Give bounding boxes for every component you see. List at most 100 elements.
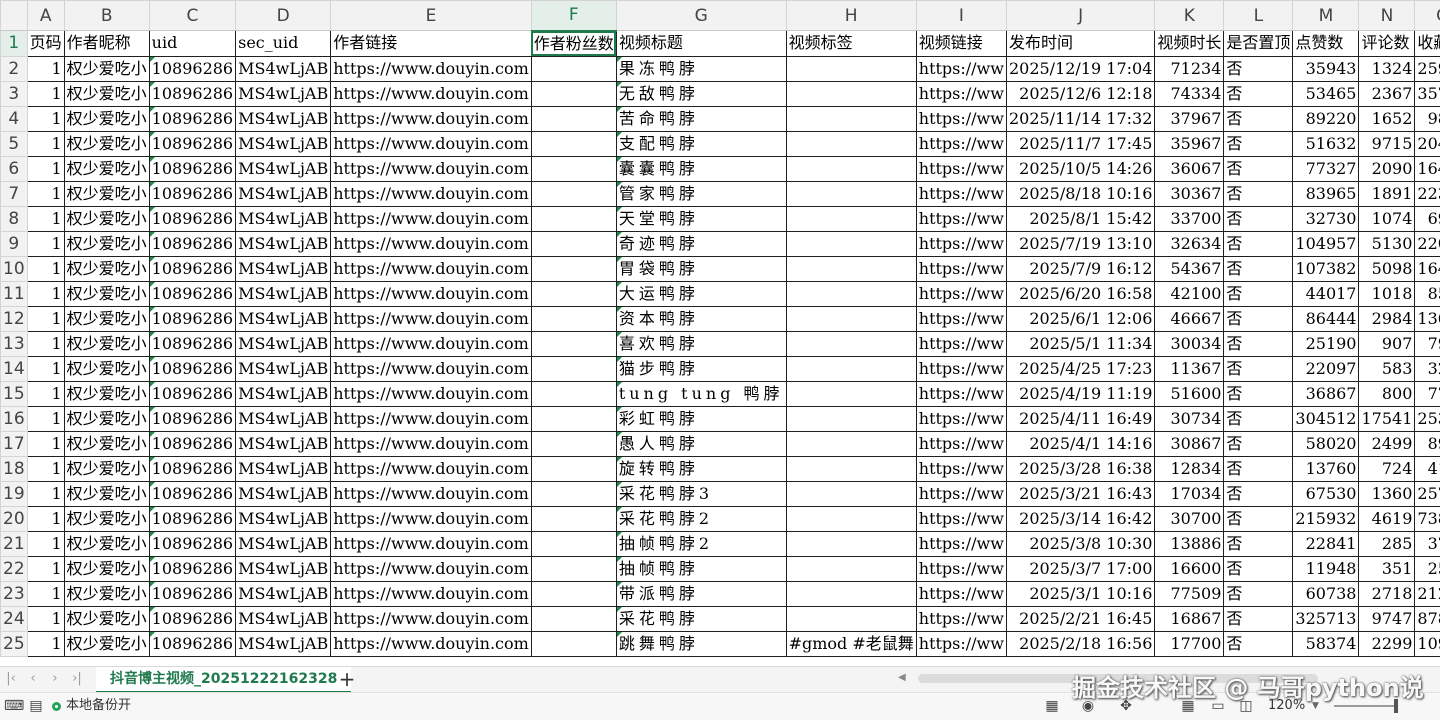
cell-title[interactable]: 旋转鸭脖: [616, 456, 786, 481]
cell-tag[interactable]: [786, 306, 916, 331]
cell-duration[interactable]: 30867: [1155, 431, 1224, 456]
cell-nick[interactable]: 权少爱吃小: [64, 131, 149, 156]
cell-likes[interactable]: 107382: [1293, 256, 1359, 281]
cell-author-link[interactable]: https://www.douyin.com: [331, 531, 532, 556]
cell-title[interactable]: 跳舞鸭脖: [616, 631, 786, 656]
cell-fans[interactable]: [531, 531, 616, 556]
column-header-n[interactable]: N: [1359, 1, 1415, 31]
cell-comments[interactable]: 2367: [1359, 81, 1415, 106]
cell-likes[interactable]: 325713: [1293, 606, 1359, 631]
cell-sec-uid[interactable]: MS4wLjAB: [236, 581, 331, 606]
header-cell[interactable]: 视频链接: [916, 31, 1006, 57]
cell-time[interactable]: 2025/3/1 10:16: [1006, 581, 1154, 606]
record-icon[interactable]: ▤: [26, 697, 46, 715]
cell-pinned[interactable]: 否: [1224, 231, 1293, 256]
row-header[interactable]: 13: [1, 331, 28, 356]
cell-fans[interactable]: [531, 256, 616, 281]
cell-nick[interactable]: 权少爱吃小: [64, 156, 149, 181]
cell-sec-uid[interactable]: MS4wLjAB: [236, 131, 331, 156]
cell-duration[interactable]: 30367: [1155, 181, 1224, 206]
cell-favorites[interactable]: 87818: [1415, 606, 1440, 631]
cell-comments[interactable]: 1891: [1359, 181, 1415, 206]
row-header[interactable]: 20: [1, 506, 28, 531]
cell-uid[interactable]: 10896286: [149, 181, 235, 206]
cell-sec-uid[interactable]: MS4wLjAB: [236, 506, 331, 531]
sheet-stats-icon[interactable]: ▦: [1042, 697, 1062, 715]
row-header[interactable]: 21: [1, 531, 28, 556]
row-header[interactable]: 14: [1, 356, 28, 381]
cell-comments[interactable]: 724: [1359, 456, 1415, 481]
cell-author-link[interactable]: https://www.douyin.com: [331, 556, 532, 581]
cell-nick[interactable]: 权少爱吃小: [64, 406, 149, 431]
cell-nick[interactable]: 权少爱吃小: [64, 356, 149, 381]
cell-favorites[interactable]: 8935: [1415, 431, 1440, 456]
cell-time[interactable]: 2025/8/18 10:16: [1006, 181, 1154, 206]
cell-tag[interactable]: [786, 531, 916, 556]
row-header[interactable]: 24: [1, 606, 28, 631]
cell-uid[interactable]: 10896286: [149, 581, 235, 606]
cell-video-link[interactable]: https://ww: [916, 406, 1006, 431]
cell-time[interactable]: 2025/11/7 17:45: [1006, 131, 1154, 156]
cell-comments[interactable]: 2299: [1359, 631, 1415, 656]
cell-time[interactable]: 2025/2/18 16:56: [1006, 631, 1154, 656]
cell-duration[interactable]: 54367: [1155, 256, 1224, 281]
cell-title[interactable]: 大运鸭脖: [616, 281, 786, 306]
cell-duration[interactable]: 51600: [1155, 381, 1224, 406]
cell-nick[interactable]: 权少爱吃小: [64, 106, 149, 131]
cell-title[interactable]: 管家鸭脖: [616, 181, 786, 206]
row-header[interactable]: 5: [1, 131, 28, 156]
cell-nick[interactable]: 权少爱吃小: [64, 81, 149, 106]
cell-fans[interactable]: [531, 306, 616, 331]
cell-video-link[interactable]: https://ww: [916, 156, 1006, 181]
cell-page[interactable]: 1: [27, 606, 64, 631]
column-header-c[interactable]: C: [149, 1, 235, 31]
cell-favorites[interactable]: 16451: [1415, 256, 1440, 281]
cell-likes[interactable]: 58374: [1293, 631, 1359, 656]
cell-tag[interactable]: #gmod #老鼠舞: [786, 631, 916, 656]
cell-author-link[interactable]: https://www.douyin.com: [331, 156, 532, 181]
cell-author-link[interactable]: https://www.douyin.com: [331, 231, 532, 256]
header-cell[interactable]: 点赞数: [1293, 31, 1359, 57]
cell-fans[interactable]: [531, 606, 616, 631]
cell-author-link[interactable]: https://www.douyin.com: [331, 56, 532, 81]
cell-time[interactable]: 2025/3/7 17:00: [1006, 556, 1154, 581]
cell-tag[interactable]: [786, 131, 916, 156]
cell-comments[interactable]: 9747: [1359, 606, 1415, 631]
cell-page[interactable]: 1: [27, 281, 64, 306]
cell-fans[interactable]: [531, 581, 616, 606]
cell-tag[interactable]: [786, 356, 916, 381]
cell-tag[interactable]: [786, 381, 916, 406]
cell-fans[interactable]: [531, 356, 616, 381]
cell-time[interactable]: 2025/4/25 17:23: [1006, 356, 1154, 381]
cell-title[interactable]: 胃袋鸭脖: [616, 256, 786, 281]
cell-tag[interactable]: [786, 231, 916, 256]
cell-title[interactable]: 采花鸭脖2: [616, 506, 786, 531]
cell-uid[interactable]: 10896286: [149, 281, 235, 306]
cell-author-link[interactable]: https://www.douyin.com: [331, 631, 532, 656]
cell-tag[interactable]: [786, 56, 916, 81]
row-header[interactable]: 4: [1, 106, 28, 131]
row-header[interactable]: 19: [1, 481, 28, 506]
cell-fans[interactable]: [531, 431, 616, 456]
row-header-1[interactable]: 1: [1, 31, 28, 57]
cell-uid[interactable]: 10896286: [149, 606, 235, 631]
cell-tag[interactable]: [786, 331, 916, 356]
column-header-f[interactable]: F: [531, 1, 616, 31]
cell-title[interactable]: 彩虹鸭脖: [616, 406, 786, 431]
cell-favorites[interactable]: 8593: [1415, 281, 1440, 306]
cell-favorites[interactable]: 4152: [1415, 456, 1440, 481]
cell-sec-uid[interactable]: MS4wLjAB: [236, 556, 331, 581]
cell-favorites[interactable]: 10964: [1415, 631, 1440, 656]
cell-page[interactable]: 1: [27, 531, 64, 556]
cell-sec-uid[interactable]: MS4wLjAB: [236, 156, 331, 181]
cell-nick[interactable]: 权少爱吃小: [64, 506, 149, 531]
cell-pinned[interactable]: 否: [1224, 356, 1293, 381]
row-header[interactable]: 9: [1, 231, 28, 256]
cell-author-link[interactable]: https://www.douyin.com: [331, 356, 532, 381]
cell-title[interactable]: 带派鸭脖: [616, 581, 786, 606]
cell-nick[interactable]: 权少爱吃小: [64, 631, 149, 656]
header-cell[interactable]: 视频时长: [1155, 31, 1224, 57]
cell-title[interactable]: 抽帧鸭脖: [616, 556, 786, 581]
cell-favorites[interactable]: 7724: [1415, 381, 1440, 406]
cell-sec-uid[interactable]: MS4wLjAB: [236, 531, 331, 556]
